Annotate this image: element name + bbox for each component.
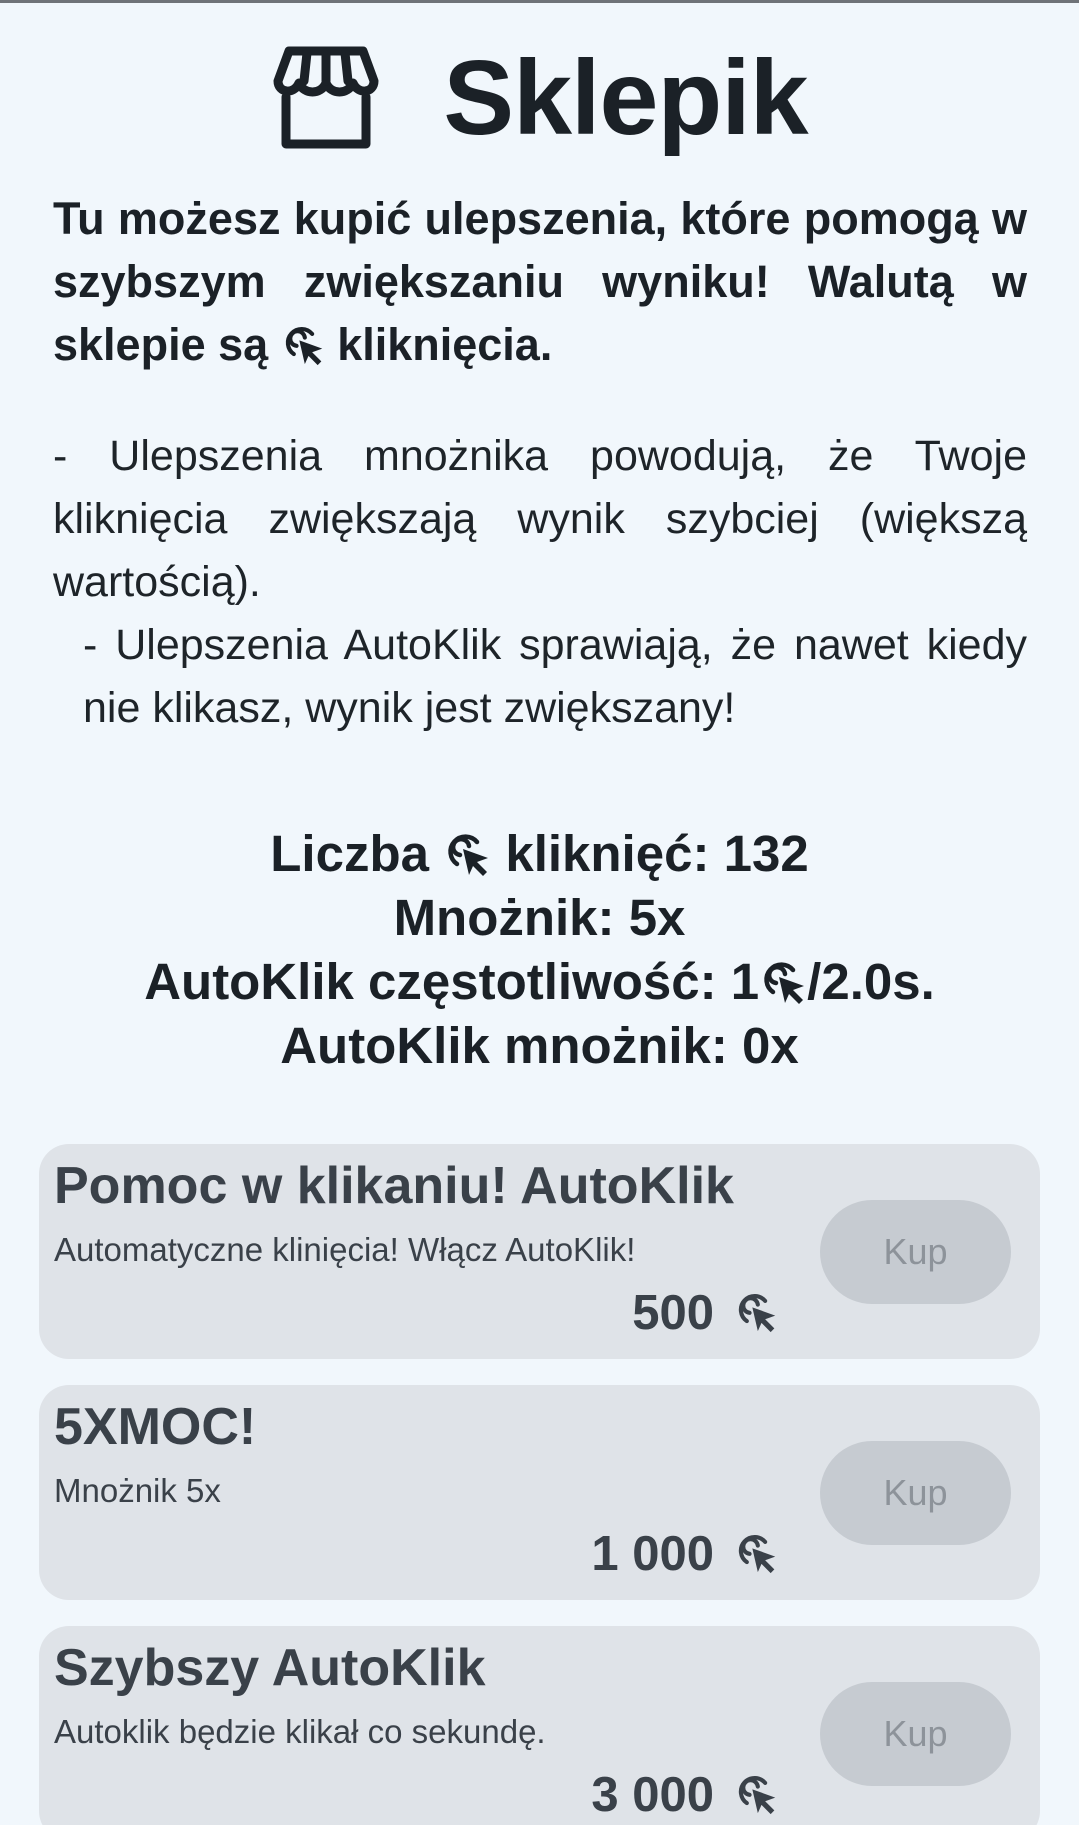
clicks-label: Liczba [270,825,429,882]
item-price-value: 500 [632,1286,714,1340]
item-description: Automatyczne klinięcia! Włącz AutoKlik! [54,1231,636,1268]
item-price: 500 [632,1285,778,1341]
status-divider [0,0,1079,3]
clicks-value: kliknięć: 132 [505,825,809,882]
shop-item-card: Pomoc w klikaniu! AutoKlik Automatyczne … [39,1144,1040,1359]
item-price: 3 000 [591,1767,778,1823]
buy-button[interactable]: Kup [820,1682,1011,1786]
item-name: Szybszy AutoKlik [54,1639,486,1697]
autoclick-frequency-value: /2.0s. [807,953,935,1010]
item-name: Pomoc w klikaniu! AutoKlik [54,1157,734,1215]
autoclick-frequency-label: AutoKlik częstotliwość: 1 [144,953,760,1010]
description-line-multiplier: - Ulepszenia mnożnika powodują, że Twoje… [53,432,1027,606]
click-cursor-icon [734,1530,778,1574]
item-description: Autoklik będzie klikał co sekundę. [54,1713,546,1750]
autoclick-multiplier-row: AutoKlik mnożnik: 0x [280,1017,799,1074]
item-price-value: 3 000 [591,1768,714,1822]
click-cursor-icon [734,1771,778,1815]
buy-button[interactable]: Kup [820,1200,1011,1304]
page-header: Sklepik [0,38,1079,158]
upgrade-description: - Ulepszenia mnożnika powodują, że Twoje… [53,425,1027,740]
autoclick-frequency-row: AutoKlik częstotliwość: 1/2.0s. [0,950,1079,1014]
description-line-autoklik: - Ulepszenia AutoKlik sprawiają, że nawe… [83,621,1027,732]
intro-text: Tu możesz kupić ulepszenia, które pomogą… [53,187,1027,376]
intro-part2: kliknięcia. [337,319,553,370]
shop-item-card: 5XMOC! Mnożnik 5x 1 000 Kup [39,1385,1040,1600]
storefront-icon [273,46,379,149]
click-cursor-icon [759,957,807,1005]
stats-panel: Liczba kliknięć: 132 Mnożnik: 5x AutoKli… [0,822,1079,1078]
shop-page: { "header": { "title": "Sklepik", "icon"… [0,0,1079,1825]
page-title: Sklepik [443,39,808,157]
multiplier-row: Mnożnik: 5x [393,889,686,946]
shop-item-card: Szybszy AutoKlik Autoklik będzie klikał … [39,1626,1040,1825]
item-name: 5XMOC! [54,1398,257,1456]
click-cursor-icon [443,829,491,877]
item-price-value: 1 000 [591,1527,714,1581]
item-description: Mnożnik 5x [54,1472,221,1509]
click-cursor-icon [734,1289,778,1333]
clicks-count-row: Liczba kliknięć: 132 [0,822,1079,886]
buy-button[interactable]: Kup [820,1441,1011,1545]
click-cursor-icon [281,322,325,366]
item-price: 1 000 [591,1526,778,1582]
